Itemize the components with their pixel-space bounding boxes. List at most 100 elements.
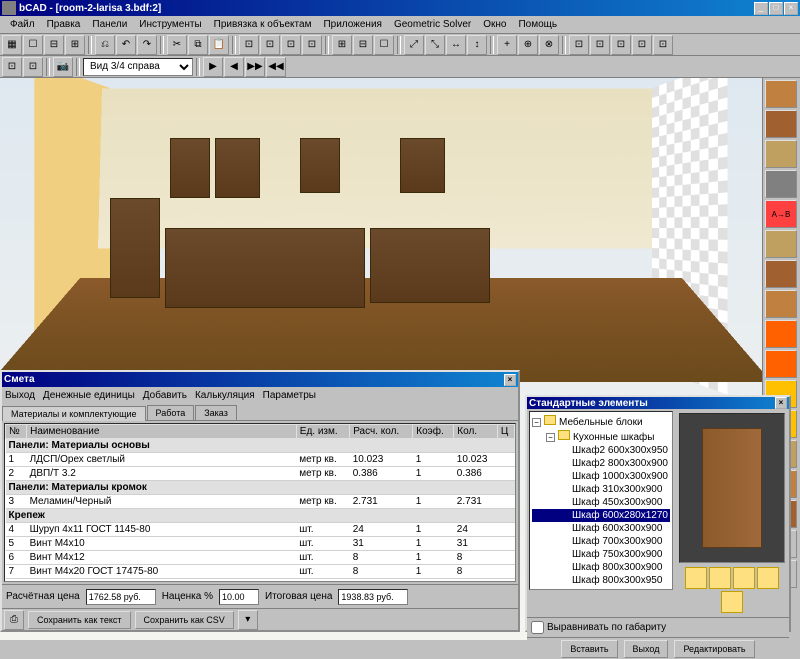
toolbar-button[interactable]: ⎌ (95, 35, 115, 55)
toolbar-button[interactable]: ↕ (467, 35, 487, 55)
tree-item[interactable]: Шкаф 310x300x900 (532, 483, 670, 496)
tree-item[interactable]: Шкаф 450x300x900 (532, 496, 670, 509)
toolbar-button[interactable]: ⊡ (23, 57, 43, 77)
toolbar-button[interactable]: ⊡ (302, 35, 322, 55)
side-toolbar-button[interactable] (765, 170, 797, 198)
toolbar-button[interactable]: ▦ (2, 35, 22, 55)
align-checkbox-label[interactable]: Выравнивать по габариту (531, 621, 666, 634)
menu-item[interactable]: Приложения (317, 17, 388, 32)
toolbar-button[interactable]: 📷 (53, 57, 73, 77)
toolbar-button[interactable]: ⊟ (44, 35, 64, 55)
toolbar-button[interactable]: ⊡ (653, 35, 673, 55)
toolbar-button[interactable]: ⊟ (353, 35, 373, 55)
tree-item[interactable]: Шкаф 700x300x900 (532, 535, 670, 548)
tree-root[interactable]: −Мебельные блоки (532, 414, 670, 429)
side-toolbar-button[interactable] (765, 350, 797, 378)
std-tree[interactable]: −Мебельные блоки−Кухонные шкафыШкаф2 600… (529, 411, 673, 590)
print-button[interactable]: ⎙ (4, 610, 24, 630)
toolbar-button[interactable]: ✂ (167, 35, 187, 55)
table-row[interactable]: 7Винт М4x20 ГОСТ 17475-80шт.818 (6, 565, 515, 579)
total-field[interactable] (338, 589, 408, 605)
toolbar-button[interactable]: ⊡ (260, 35, 280, 55)
std-titlebar[interactable]: Стандартные элементы × (527, 397, 789, 409)
tree-item[interactable]: Шкаф 600x280x1270 (532, 509, 670, 522)
column-header[interactable]: Ц (497, 425, 514, 439)
table-row[interactable]: 3Меламин/Черныйметр кв.2.73112.731 (6, 495, 515, 509)
smeta-menu-item[interactable]: Параметры (263, 390, 316, 401)
column-header[interactable]: Наименование (27, 425, 297, 439)
smeta-menu-item[interactable]: Выход (5, 390, 35, 401)
toolbar-button[interactable]: ⊞ (65, 35, 85, 55)
toolbar-button[interactable]: ⊡ (2, 57, 22, 77)
toolbar-button[interactable]: ⊗ (539, 35, 559, 55)
toolbar-button[interactable]: ⤢ (404, 35, 424, 55)
table-row[interactable]: Панели: Материалы кромок (6, 481, 515, 495)
toolbar-button[interactable]: ⊡ (569, 35, 589, 55)
side-toolbar-button[interactable]: A→B (765, 200, 797, 228)
tree-item[interactable]: Шкаф 1000x300x900 (532, 470, 670, 483)
smeta-titlebar[interactable]: Смета × (2, 372, 518, 387)
minimize-button[interactable]: _ (754, 2, 768, 15)
toolbar-button[interactable]: ▶▶ (245, 57, 265, 77)
smeta-close-button[interactable]: × (504, 374, 516, 386)
save-text-button[interactable]: Сохранить как текст (28, 611, 131, 629)
menu-item[interactable]: Панели (86, 17, 133, 32)
toolbar-button[interactable]: ⊕ (518, 35, 538, 55)
table-row[interactable]: 4Шуруп 4x11 ГОСТ 1145-80шт.24124 (6, 523, 515, 537)
tree-item[interactable]: Шкаф 800x300x950 (532, 574, 670, 587)
view-select[interactable]: Вид 3/4 справа (83, 58, 193, 76)
thumb-item[interactable] (685, 567, 707, 589)
table-row[interactable]: 6Винт М4x12шт.818 (6, 551, 515, 565)
menu-item[interactable]: Правка (41, 17, 87, 32)
side-toolbar-button[interactable] (765, 290, 797, 318)
column-header[interactable]: Ед. изм. (296, 425, 349, 439)
tree-item[interactable]: Шкаф2 800x300x900 (532, 457, 670, 470)
thumb-item[interactable] (709, 567, 731, 589)
toolbar-button[interactable]: ☐ (374, 35, 394, 55)
smeta-grid[interactable]: №НаименованиеЕд. изм.Расч. кол.Коэф.Кол.… (4, 423, 516, 582)
table-row[interactable]: 1ЛДСП/Орех светлыйметр кв.10.023110.023 (6, 453, 515, 467)
tree-item[interactable]: Шкаф 750x300x900 (532, 548, 670, 561)
table-row[interactable]: Крепеж (6, 509, 515, 523)
thumb-item[interactable] (721, 591, 743, 613)
edit-button[interactable]: Редактировать (674, 640, 754, 658)
toolbar-button[interactable]: ☐ (23, 35, 43, 55)
side-toolbar-button[interactable] (765, 140, 797, 168)
toolbar-button[interactable]: + (497, 35, 517, 55)
smeta-tab[interactable]: Материалы и комплектующие (2, 406, 146, 421)
smeta-menu-item[interactable]: Добавить (143, 390, 187, 401)
table-row[interactable]: Панели: Материалы основы (6, 439, 515, 453)
toolbar-button[interactable]: ⊡ (632, 35, 652, 55)
toolbar-button[interactable]: ⊡ (239, 35, 259, 55)
thumb-item[interactable] (757, 567, 779, 589)
insert-button[interactable]: Вставить (561, 640, 617, 658)
menu-item[interactable]: Файл (4, 17, 41, 32)
toolbar-button[interactable]: ↔ (446, 35, 466, 55)
toolbar-button[interactable]: ↶ (116, 35, 136, 55)
column-header[interactable]: Расч. кол. (350, 425, 413, 439)
table-row[interactable]: 2ДВП/Т 3.2метр кв.0.38610.386 (6, 467, 515, 481)
side-toolbar-button[interactable] (765, 110, 797, 138)
smeta-tab[interactable]: Работа (147, 405, 195, 420)
menu-item[interactable]: Привязка к объектам (208, 17, 318, 32)
menu-item[interactable]: Помощь (512, 17, 563, 32)
exit-button[interactable]: Выход (624, 640, 669, 658)
side-toolbar-button[interactable] (765, 80, 797, 108)
calc-price-field[interactable] (86, 589, 156, 605)
toolbar-button[interactable]: ◀◀ (266, 57, 286, 77)
tree-group[interactable]: −Кухонные шкафы (532, 429, 670, 444)
column-header[interactable]: Кол. (454, 425, 498, 439)
column-header[interactable]: № (6, 425, 27, 439)
toolbar-button[interactable]: 📋 (209, 35, 229, 55)
toolbar-button[interactable]: ⧉ (188, 35, 208, 55)
toolbar-button[interactable]: ⊡ (281, 35, 301, 55)
menu-item[interactable]: Инструменты (133, 17, 207, 32)
toolbar-button[interactable]: ⊡ (590, 35, 610, 55)
column-header[interactable]: Коэф. (413, 425, 454, 439)
side-toolbar-button[interactable] (765, 230, 797, 258)
maximize-button[interactable]: □ (769, 2, 783, 15)
side-toolbar-button[interactable] (765, 320, 797, 348)
tree-item[interactable]: Шкаф 600x300x900 (532, 522, 670, 535)
smeta-menu-item[interactable]: Калькуляция (195, 390, 255, 401)
save-csv-button[interactable]: Сохранить как CSV (135, 611, 234, 629)
